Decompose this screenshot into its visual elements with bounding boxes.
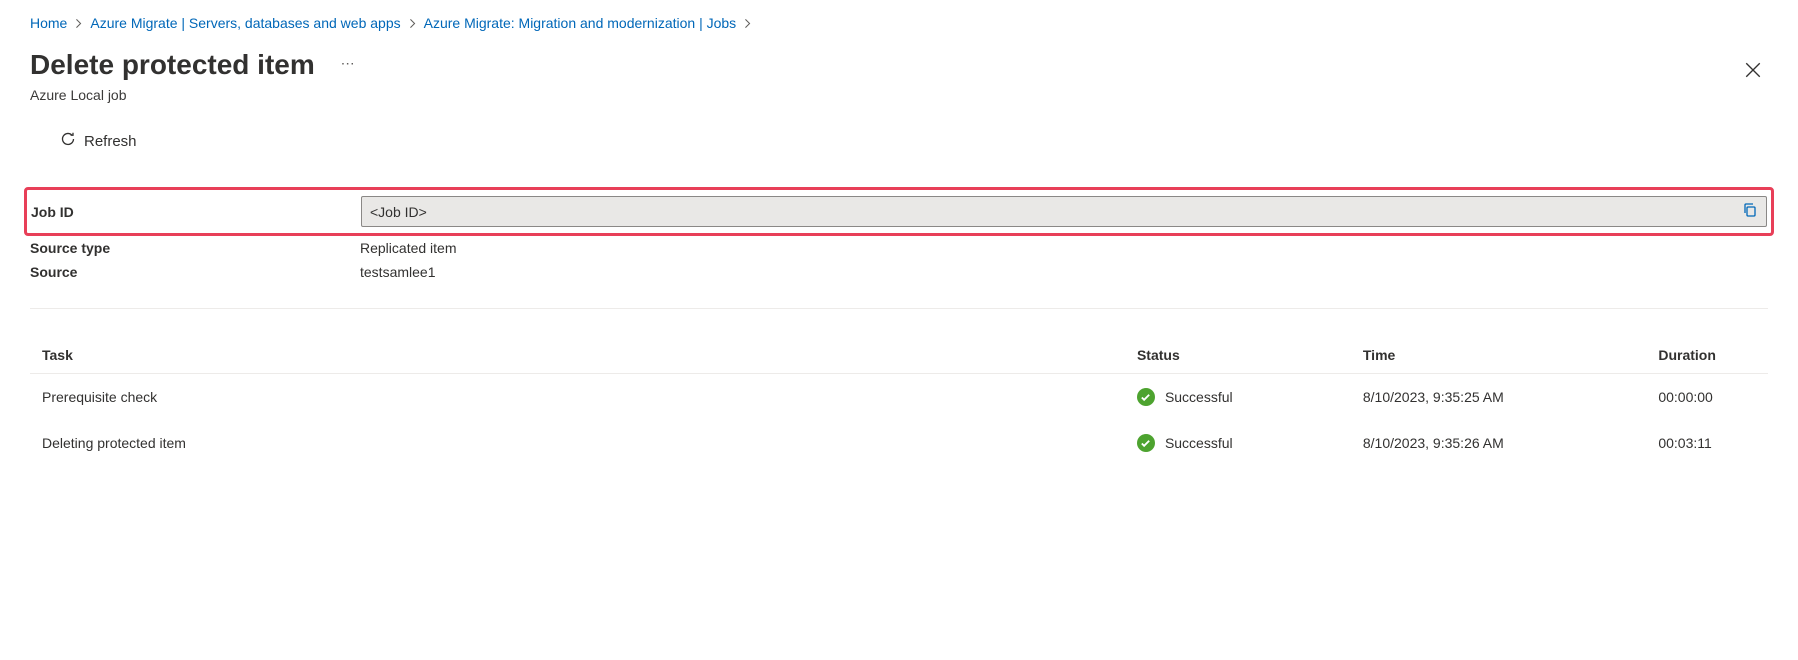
close-icon <box>1744 66 1762 82</box>
source-value: testsamlee1 <box>360 264 1768 280</box>
page-subtitle: Azure Local job <box>30 87 356 103</box>
status-cell: Successful <box>1137 388 1339 406</box>
page-header: Delete protected item ⋯ Azure Local job <box>30 49 1768 103</box>
refresh-button[interactable]: Refresh <box>60 131 1768 151</box>
chevron-right-icon <box>73 18 84 29</box>
details-section: Job ID <Job ID> Source type Replicated i… <box>30 187 1768 284</box>
divider <box>30 308 1768 309</box>
chevron-right-icon <box>407 18 418 29</box>
status-cell: Successful <box>1137 434 1339 452</box>
job-id-row: Job ID <Job ID> <box>24 187 1774 236</box>
task-time: 8/10/2023, 9:35:26 AM <box>1351 420 1646 466</box>
close-button[interactable] <box>1738 55 1768 88</box>
table-row: Prerequisite check Successful 8/10/2023,… <box>30 374 1768 421</box>
more-icon[interactable]: ⋯ <box>341 55 356 72</box>
chevron-right-icon <box>742 18 753 29</box>
source-type-value: Replicated item <box>360 240 1768 256</box>
task-name: Prerequisite check <box>30 374 1125 421</box>
breadcrumb: Home Azure Migrate | Servers, databases … <box>30 15 1768 31</box>
column-header-time[interactable]: Time <box>1351 337 1646 374</box>
refresh-icon <box>60 131 76 151</box>
column-header-status[interactable]: Status <box>1125 337 1351 374</box>
job-id-value: <Job ID> <box>370 204 1742 220</box>
success-icon <box>1137 434 1155 452</box>
source-row: Source testsamlee1 <box>30 260 1768 284</box>
task-duration: 00:00:00 <box>1646 374 1768 421</box>
task-duration: 00:03:11 <box>1646 420 1768 466</box>
source-type-row: Source type Replicated item <box>30 236 1768 260</box>
tasks-table: Task Status Time Duration Prerequisite c… <box>30 337 1768 466</box>
table-row: Deleting protected item Successful 8/10/… <box>30 420 1768 466</box>
breadcrumb-link-home[interactable]: Home <box>30 15 67 31</box>
page-title: Delete protected item <box>30 49 315 81</box>
task-name: Deleting protected item <box>30 420 1125 466</box>
source-type-label: Source type <box>30 240 360 256</box>
success-icon <box>1137 388 1155 406</box>
status-text: Successful <box>1165 389 1233 405</box>
copy-button[interactable] <box>1742 202 1758 221</box>
copy-icon <box>1742 202 1758 221</box>
column-header-duration[interactable]: Duration <box>1646 337 1768 374</box>
refresh-label: Refresh <box>84 133 137 150</box>
task-time: 8/10/2023, 9:35:25 AM <box>1351 374 1646 421</box>
column-header-task[interactable]: Task <box>30 337 1125 374</box>
job-id-field[interactable]: <Job ID> <box>361 196 1767 227</box>
breadcrumb-link-migration-modernization-jobs[interactable]: Azure Migrate: Migration and modernizati… <box>424 15 737 31</box>
breadcrumb-link-azure-migrate-servers[interactable]: Azure Migrate | Servers, databases and w… <box>90 15 400 31</box>
source-label: Source <box>30 264 360 280</box>
status-text: Successful <box>1165 435 1233 451</box>
job-id-label: Job ID <box>31 204 361 220</box>
